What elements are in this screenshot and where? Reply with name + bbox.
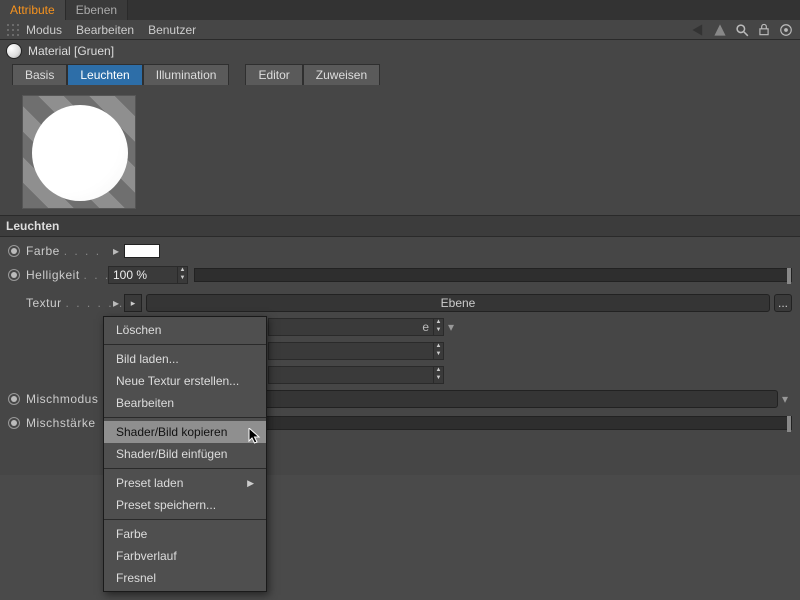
radio-mischstaerke[interactable] <box>8 417 20 429</box>
menu-separator <box>104 344 266 345</box>
tab-ebenen[interactable]: Ebenen <box>66 0 128 20</box>
lock-icon[interactable] <box>756 22 772 38</box>
spinner-sub-1[interactable]: ▲▼ <box>433 319 443 335</box>
menu-item-bearbeiten[interactable]: Bearbeiten <box>104 392 266 414</box>
value-sub-1: e <box>269 320 433 334</box>
texture-popup-button[interactable]: ▸ <box>124 294 142 312</box>
spinner-sub-3[interactable]: ▲▼ <box>433 367 443 383</box>
texture-value: Ebene <box>441 296 476 310</box>
texture-more-button[interactable]: ... <box>774 294 792 312</box>
chevron-mischmodus-icon[interactable]: ▾ <box>778 392 792 406</box>
material-preview-swatch[interactable] <box>22 95 136 209</box>
label-helligkeit: Helligkeit <box>26 268 80 282</box>
attribute-toolbar: Modus Bearbeiten Benutzer <box>0 20 800 40</box>
radio-farbe[interactable] <box>8 245 20 257</box>
texture-field[interactable]: Ebene <box>146 294 770 312</box>
slider-thumb-mischstaerke[interactable] <box>787 416 791 432</box>
texture-context-menu: Löschen Bild laden... Neue Textur erstel… <box>103 316 267 592</box>
row-helligkeit: Helligkeit . . . 100 % ▲▼ <box>0 263 800 287</box>
nav-back-icon[interactable] <box>690 22 706 38</box>
slider-thumb-helligkeit[interactable] <box>787 268 791 284</box>
menu-item-farbverlauf[interactable]: Farbverlauf <box>104 545 266 567</box>
row-textur: Textur . . . . . . ▸ ▸ Ebene ... <box>0 291 800 315</box>
row-farbe: Farbe . . . . ▸ <box>0 239 800 263</box>
chevron-sub-1-icon[interactable]: ▾ <box>444 320 458 334</box>
input-sub-3[interactable]: ▲▼ <box>268 366 444 384</box>
channel-tab-bar: Basis Leuchten Illumination Editor Zuwei… <box>0 62 800 89</box>
label-mischmodus: Mischmodus <box>26 392 98 406</box>
spinner-helligkeit[interactable]: ▲▼ <box>177 267 187 283</box>
search-icon[interactable] <box>734 22 750 38</box>
menu-item-preset-laden[interactable]: Preset laden▶ <box>104 472 266 494</box>
input-sub-1[interactable]: e ▲▼ <box>268 318 444 336</box>
label-textur: Textur <box>26 296 62 310</box>
menu-item-preset-speichern[interactable]: Preset speichern... <box>104 494 266 516</box>
expand-textur-icon[interactable]: ▸ <box>110 296 122 310</box>
panel-tab-bar: Attribute Ebenen <box>0 0 800 20</box>
tab-illumination[interactable]: Illumination <box>143 64 230 85</box>
tab-basis[interactable]: Basis <box>12 64 67 85</box>
menu-bearbeiten[interactable]: Bearbeiten <box>76 23 134 37</box>
radio-helligkeit[interactable] <box>8 269 20 281</box>
expand-farbe-icon[interactable]: ▸ <box>110 244 122 258</box>
menu-benutzer[interactable]: Benutzer <box>148 23 196 37</box>
radio-mischmodus[interactable] <box>8 393 20 405</box>
tab-attribute[interactable]: Attribute <box>0 0 66 20</box>
menu-separator <box>104 468 266 469</box>
tab-leuchten[interactable]: Leuchten <box>67 64 142 85</box>
nav-up-icon[interactable] <box>712 22 728 38</box>
material-header: Material [Gruen] <box>0 40 800 62</box>
menu-item-farbe[interactable]: Farbe <box>104 523 266 545</box>
tab-editor[interactable]: Editor <box>245 64 302 85</box>
tab-zuweisen[interactable]: Zuweisen <box>303 64 380 85</box>
menu-item-shader-einfuegen[interactable]: Shader/Bild einfügen <box>104 443 266 465</box>
menu-item-loeschen[interactable]: Löschen <box>104 319 266 341</box>
input-helligkeit[interactable]: 100 % ▲▼ <box>108 266 188 284</box>
color-swatch-farbe[interactable] <box>124 244 160 258</box>
label-farbe: Farbe <box>26 244 60 258</box>
preview-sphere <box>32 105 128 201</box>
menu-separator <box>104 417 266 418</box>
drag-grip-icon[interactable] <box>6 23 20 37</box>
submenu-arrow-icon: ▶ <box>247 478 254 489</box>
menu-item-bild-laden[interactable]: Bild laden... <box>104 348 266 370</box>
label-mischstaerke: Mischstärke <box>26 416 96 430</box>
input-sub-2[interactable]: ▲▼ <box>268 342 444 360</box>
menu-separator <box>104 519 266 520</box>
section-leuchten-header: Leuchten <box>0 215 800 237</box>
menu-item-neue-textur[interactable]: Neue Textur erstellen... <box>104 370 266 392</box>
menu-item-fresnel[interactable]: Fresnel <box>104 567 266 589</box>
value-helligkeit: 100 % <box>109 268 177 282</box>
spinner-sub-2[interactable]: ▲▼ <box>433 343 443 359</box>
menu-modus[interactable]: Modus <box>26 23 62 37</box>
material-ball-icon <box>6 43 22 59</box>
menu-item-shader-kopieren[interactable]: Shader/Bild kopieren <box>104 421 266 443</box>
settings-icon[interactable] <box>778 22 794 38</box>
material-preview-row <box>0 89 800 215</box>
material-title: Material [Gruen] <box>28 44 114 58</box>
slider-helligkeit[interactable] <box>194 268 792 282</box>
